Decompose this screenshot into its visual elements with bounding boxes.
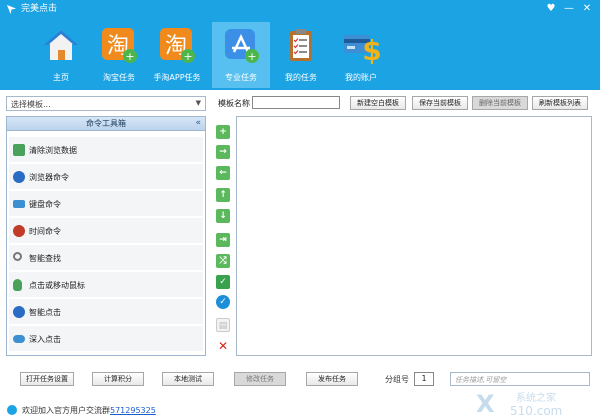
move-left-icon[interactable]: ←: [216, 166, 230, 180]
favorite-icon[interactable]: ♥: [544, 2, 558, 16]
taobao-app-icon: 淘 +: [160, 28, 195, 63]
clock-icon: [13, 225, 25, 237]
nav-item-pro-tasks[interactable]: + 专业任务: [212, 22, 270, 88]
publish-task-button[interactable]: 发布任务: [306, 372, 358, 386]
nav-label-pro-tasks: 专业任务: [225, 73, 257, 82]
move-down-icon[interactable]: ↓: [216, 209, 230, 223]
move-right-icon[interactable]: →: [216, 145, 230, 159]
taobao-icon: 淘 +: [102, 28, 137, 63]
shield-check-icon[interactable]: ✓: [216, 275, 230, 289]
refresh-template-list-button[interactable]: 刷新模板列表: [532, 96, 588, 110]
nav-item-my-account[interactable]: $ 我的账户: [332, 22, 390, 88]
nav-label-my-tasks: 我的任务: [285, 73, 317, 82]
chevron-down-icon: ▼: [195, 99, 201, 107]
info-icon: [7, 405, 17, 415]
command-keyboard[interactable]: 键盘命令: [9, 191, 203, 217]
delete-icon[interactable]: ✕: [216, 339, 230, 353]
window-title: 完美点击: [21, 4, 58, 14]
svg-text:+: +: [183, 50, 192, 63]
dollar-card-icon: $: [344, 34, 380, 64]
watermark-text: 系统之家: [516, 391, 556, 404]
nav-label-my-account: 我的账户: [345, 73, 377, 82]
magnifier-icon: [13, 252, 22, 261]
app-store-icon: +: [225, 29, 259, 63]
command-label: 清除浏览数据: [29, 146, 77, 155]
command-label: 智能点击: [29, 308, 61, 317]
command-label: 浏览器命令: [29, 173, 69, 182]
command-clear-browsing-data[interactable]: 清除浏览数据: [9, 137, 203, 163]
document-icon[interactable]: ▤: [216, 318, 230, 332]
command-label: 时间命令: [29, 227, 61, 236]
task-description-input[interactable]: 任务描述,可留空: [450, 372, 590, 386]
calc-points-button[interactable]: 计算积分: [92, 372, 144, 386]
command-browser[interactable]: 浏览器命令: [9, 164, 203, 190]
nav-label-home: 主页: [53, 73, 69, 82]
add-command-icon[interactable]: +: [216, 125, 230, 139]
template-editor[interactable]: [236, 116, 592, 356]
command-label: 深入点击: [29, 335, 61, 344]
task-description-placeholder: 任务描述,可留空: [455, 376, 507, 384]
command-label: 智能查找: [29, 254, 61, 263]
svg-text:+: +: [125, 50, 134, 63]
open-task-settings-button[interactable]: 打开任务设置: [20, 372, 74, 386]
delete-template-button[interactable]: 删除当前模板: [472, 96, 528, 110]
broom-icon: [13, 144, 25, 156]
watermark-logo: X 系统之家 510.com: [476, 390, 562, 418]
home-icon: [44, 30, 78, 60]
new-template-button[interactable]: 新建空白模板: [350, 96, 406, 110]
collapse-icon[interactable]: «: [195, 117, 201, 130]
minimize-button[interactable]: —: [562, 2, 576, 16]
nav-item-my-tasks[interactable]: 我的任务: [272, 22, 330, 88]
command-smart-find[interactable]: 智能查找: [9, 245, 203, 271]
command-deep-click[interactable]: 深入点击: [9, 326, 203, 352]
smart-click-icon: [13, 306, 25, 318]
mouse-icon: [13, 279, 22, 291]
keyboard-icon: [13, 200, 25, 208]
command-smart-click[interactable]: 智能点击: [9, 299, 203, 325]
status-message: 欢迎加入官方用户交流群: [22, 406, 110, 415]
template-select[interactable]: 选择模板... ▼: [6, 96, 206, 111]
template-name-input[interactable]: [252, 96, 340, 109]
check-circle-icon[interactable]: ✓: [216, 295, 230, 309]
command-label: 键盘命令: [29, 200, 61, 209]
watermark-sub: 510.com: [510, 404, 562, 418]
group-link[interactable]: 571295325: [110, 406, 156, 415]
toolbox-header: 命令工具箱 «: [7, 117, 205, 131]
nav-item-taobao[interactable]: 淘 + 淘宝任务: [90, 22, 148, 88]
close-button[interactable]: ✕: [580, 2, 594, 16]
local-test-button[interactable]: 本地测试: [162, 372, 214, 386]
nav-item-taobao-app[interactable]: 淘 + 手淘APP任务: [148, 22, 206, 88]
modify-task-button[interactable]: 修改任务: [234, 372, 286, 386]
command-click-move-mouse[interactable]: 点击或移动鼠标: [9, 272, 203, 298]
forward-icon[interactable]: ⇥: [216, 233, 230, 247]
status-text: 欢迎加入官方用户交流群571295325: [22, 405, 156, 416]
svg-text:X: X: [476, 390, 495, 418]
app-logo-icon: [6, 4, 17, 15]
clipboard-icon: [290, 29, 312, 61]
command-toolbox: 命令工具箱 « 清除浏览数据 浏览器命令 键盘命令 时间命令 智能查找 点击或移…: [6, 116, 206, 356]
title-bar: 完美点击 ♥ — ✕: [0, 0, 600, 18]
svg-text:$: $: [362, 34, 380, 64]
nav-label-taobao: 淘宝任务: [103, 73, 135, 82]
group-number-input[interactable]: 1: [414, 372, 434, 386]
shuffle-icon[interactable]: ⤮: [216, 254, 230, 268]
nav-item-home[interactable]: 主页: [32, 22, 90, 88]
toolbox-title: 命令工具箱: [86, 119, 126, 128]
cloud-icon: [13, 335, 25, 343]
group-number-label: 分组号: [385, 375, 409, 384]
app-header: 完美点击 ♥ — ✕ 主页 淘 + 淘宝任务 淘 + 手淘APP任务 + 专业任…: [0, 0, 600, 90]
svg-text:+: +: [247, 50, 256, 63]
move-up-icon[interactable]: ↑: [216, 188, 230, 202]
template-select-placeholder: 选择模板...: [11, 100, 51, 109]
nav-label-taobao-app: 手淘APP任务: [153, 73, 201, 82]
command-label: 点击或移动鼠标: [29, 281, 85, 290]
command-time[interactable]: 时间命令: [9, 218, 203, 244]
browser-icon: [13, 171, 25, 183]
save-template-button[interactable]: 保存当前模板: [412, 96, 468, 110]
template-name-label: 模板名称: [218, 99, 250, 108]
